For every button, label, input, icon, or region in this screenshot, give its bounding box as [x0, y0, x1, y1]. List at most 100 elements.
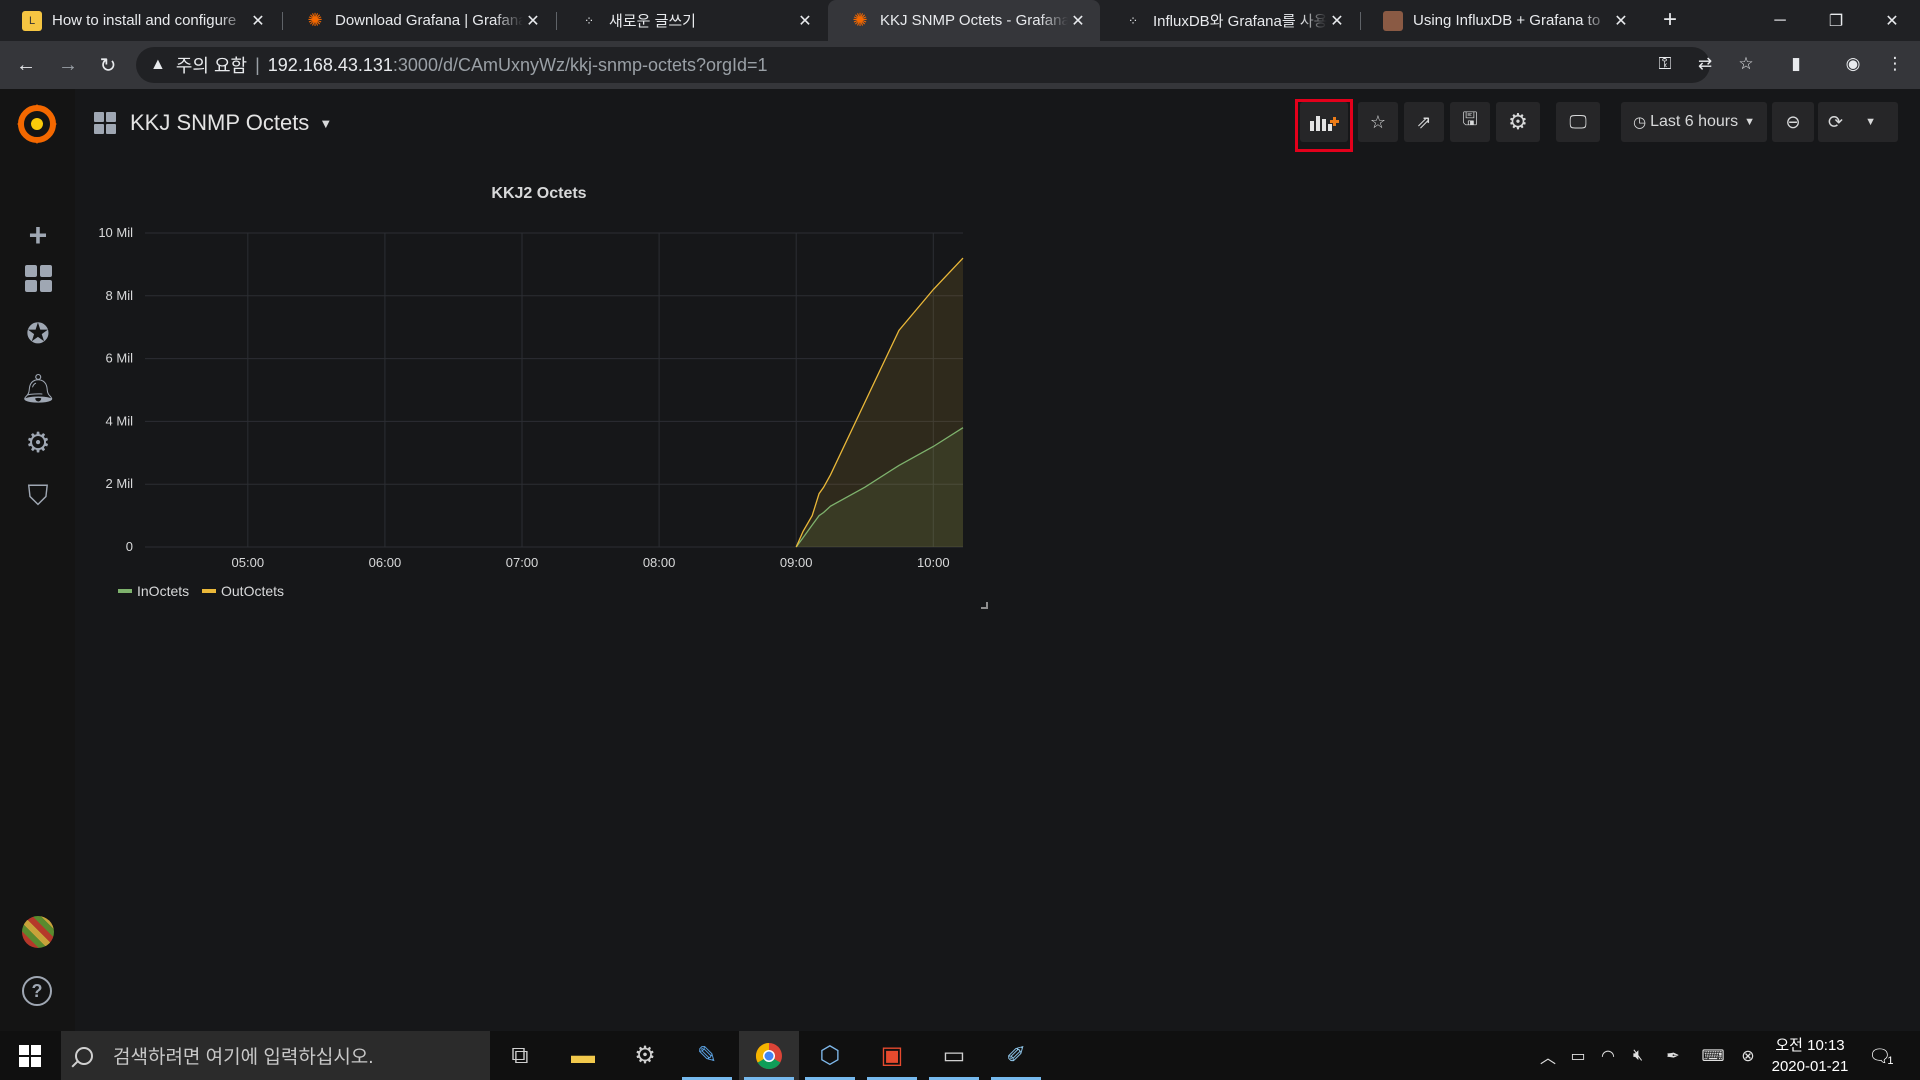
- user-avatar[interactable]: [22, 916, 54, 948]
- minimize-button[interactable]: ─: [1752, 0, 1808, 41]
- zoom-out-button[interactable]: ⊖: [1772, 102, 1814, 142]
- close-icon[interactable]: ✕: [795, 11, 815, 31]
- clock-time: 오전 10:13: [1775, 1037, 1845, 1054]
- legend-swatch: [202, 589, 216, 593]
- caret-down-icon: ▼: [319, 115, 333, 131]
- alerting-bell-icon[interactable]: 🔔︎: [18, 368, 58, 408]
- settings-gear-icon[interactable]: ⚙: [615, 1031, 675, 1080]
- tab-using-influxdb[interactable]: Using InfluxDB + Grafana to ✕: [1361, 0, 1643, 41]
- window-close-button[interactable]: ✕: [1864, 0, 1920, 41]
- volume-muted-icon[interactable]: 🔇︎: [1625, 1043, 1651, 1069]
- taskbar-clock[interactable]: 오전 10:13 2020-01-21: [1760, 1035, 1860, 1077]
- extension-icon[interactable]: ▮: [1781, 49, 1811, 79]
- avatar-icon: [1383, 10, 1403, 31]
- save-icon: 🖫︎: [1462, 109, 1478, 129]
- sql-app-icon[interactable]: ▣: [862, 1031, 922, 1080]
- monitor-icon: 🖵︎: [1569, 111, 1587, 132]
- warning-icon: ▲: [150, 56, 166, 73]
- new-tab-button[interactable]: +: [1655, 6, 1685, 36]
- grafana-sidemenu: + ✪ 🔔︎ ⚙ ⛉ ?: [0, 89, 75, 1031]
- tab-title: Download Grafana | Grafana: [335, 12, 523, 29]
- explore-compass-icon[interactable]: ✪: [18, 313, 58, 353]
- paint3d-icon[interactable]: ✐: [986, 1031, 1046, 1080]
- server-admin-shield-icon[interactable]: ⛉: [18, 476, 58, 516]
- x-tick-label: 09:00: [780, 555, 813, 570]
- caret-down-icon: ▼: [1744, 116, 1756, 128]
- save-dashboard-button[interactable]: 🖫︎: [1450, 102, 1490, 142]
- refresh-button[interactable]: ⟳ ▼: [1818, 102, 1898, 142]
- windows-taskbar: 검색하려면 여기에 입력하십시오. ⧉ ▬ ⚙ ✎ ⬡ ▣ ▭ ✐ ︿ ▭ ◠ …: [0, 1031, 1920, 1080]
- reload-button[interactable]: ↻: [92, 49, 124, 81]
- series-area-outoctets: [796, 258, 963, 547]
- tab-kkj-snmp-octets[interactable]: ✺ KKJ SNMP Octets - Grafana ✕: [828, 0, 1100, 41]
- y-tick-label: 0: [126, 539, 133, 554]
- y-tick-label: 6 Mil: [106, 351, 134, 366]
- panel-resize-handle[interactable]: [981, 602, 988, 609]
- dashboard-grid-icon: [94, 112, 116, 134]
- star-dashboard-button[interactable]: ☆: [1358, 102, 1398, 142]
- start-button[interactable]: [0, 1031, 60, 1080]
- grafana-icon: ✺: [307, 10, 323, 30]
- dashboard-title: KKJ SNMP Octets: [130, 110, 310, 135]
- view-mode-button[interactable]: 🖵︎: [1556, 102, 1600, 142]
- tab-influxdb-grafana[interactable]: ⁘ InfluxDB와 Grafana를 사용한 ✕: [1101, 0, 1359, 41]
- create-plus-icon[interactable]: +: [18, 215, 58, 255]
- notification-center-icon[interactable]: 🗨︎ 1: [1866, 1042, 1896, 1070]
- profile-icon[interactable]: ◉: [1838, 49, 1868, 79]
- paint-app-icon[interactable]: ✎: [677, 1031, 737, 1080]
- tray-chevron-up-icon[interactable]: ︿: [1535, 1043, 1561, 1069]
- close-icon[interactable]: ✕: [1611, 11, 1631, 31]
- virtualbox-icon[interactable]: ⬡: [800, 1031, 860, 1080]
- wifi-icon[interactable]: ◠: [1595, 1043, 1621, 1069]
- linux-icon: L: [22, 10, 42, 31]
- dashboards-icon[interactable]: [18, 258, 58, 298]
- tab-download-grafana[interactable]: ✺ Download Grafana | Grafana ✕: [283, 0, 555, 41]
- keyboard-icon[interactable]: ⌨: [1700, 1043, 1726, 1069]
- tab-new-post[interactable]: ⁘ 새로운 글쓰기 ✕: [557, 0, 827, 41]
- close-icon[interactable]: ✕: [523, 11, 543, 31]
- grafana-logo-icon[interactable]: [14, 101, 60, 147]
- time-picker-button[interactable]: ◷ Last 6 hours ▼: [1621, 102, 1767, 142]
- help-icon[interactable]: ?: [22, 976, 52, 1006]
- close-icon[interactable]: ✕: [248, 11, 268, 31]
- tab-how-to-install[interactable]: L How to install and configure ✕: [0, 0, 280, 41]
- back-button[interactable]: ←: [10, 49, 42, 81]
- url-path: :3000/d/CAmUxnyWz/kkj-snmp-octets?orgId=…: [392, 54, 768, 75]
- bookmark-star-icon[interactable]: ☆: [1731, 49, 1761, 79]
- y-tick-label: 2 Mil: [106, 476, 134, 491]
- battery-icon[interactable]: ▭: [1565, 1043, 1591, 1069]
- share-dashboard-button[interactable]: ⇗: [1404, 102, 1444, 142]
- restore-button[interactable]: ❐: [1808, 0, 1864, 41]
- security-label[interactable]: 주의 요함: [176, 52, 247, 78]
- browser-toolbar: ← → ↻ ▲ 주의 요함 | 192.168.43.131:3000/d/CA…: [0, 41, 1920, 89]
- refresh-interval-caret-icon[interactable]: ▼: [1865, 116, 1876, 128]
- ime-close-icon[interactable]: ⊗: [1735, 1043, 1761, 1069]
- x-tick-label: 08:00: [643, 555, 676, 570]
- x-tick-label: 06:00: [369, 555, 402, 570]
- file-explorer-icon[interactable]: ▬: [553, 1031, 613, 1080]
- taskbar-search-box[interactable]: 검색하려면 여기에 입력하십시오.: [61, 1031, 490, 1080]
- x-tick-label: 07:00: [506, 555, 539, 570]
- search-icon: [75, 1046, 93, 1065]
- menu-icon[interactable]: ⋮: [1880, 49, 1910, 79]
- highlight-box: [1295, 99, 1353, 152]
- chrome-icon[interactable]: [739, 1031, 799, 1080]
- close-icon[interactable]: ✕: [1068, 11, 1088, 31]
- refresh-icon: ⟳: [1828, 111, 1844, 132]
- dashboard-settings-button[interactable]: ⚙: [1496, 102, 1540, 142]
- address-bar[interactable]: ▲ 주의 요함 | 192.168.43.131:3000/d/CAmUxnyW…: [136, 47, 1710, 83]
- close-icon[interactable]: ✕: [1327, 11, 1347, 31]
- chrome-logo-icon: [755, 1042, 782, 1069]
- terminal-icon[interactable]: ▭: [924, 1031, 984, 1080]
- dashboard-picker[interactable]: KKJ SNMP Octets ▼: [94, 108, 332, 138]
- legend-item-outoctets[interactable]: OutOctets: [202, 583, 284, 599]
- task-view-icon[interactable]: ⧉: [490, 1031, 550, 1080]
- url-host: 192.168.43.131: [267, 54, 393, 75]
- configuration-gear-icon[interactable]: ⚙: [18, 422, 58, 462]
- translate-icon[interactable]: ⇄: [1690, 49, 1720, 79]
- key-icon[interactable]: ⚿: [1650, 49, 1680, 79]
- clock-icon: ◷: [1632, 114, 1647, 131]
- legend-item-inoctets[interactable]: InOctets: [118, 583, 189, 599]
- pen-icon[interactable]: ✒: [1660, 1043, 1686, 1069]
- forward-button[interactable]: →: [52, 49, 84, 81]
